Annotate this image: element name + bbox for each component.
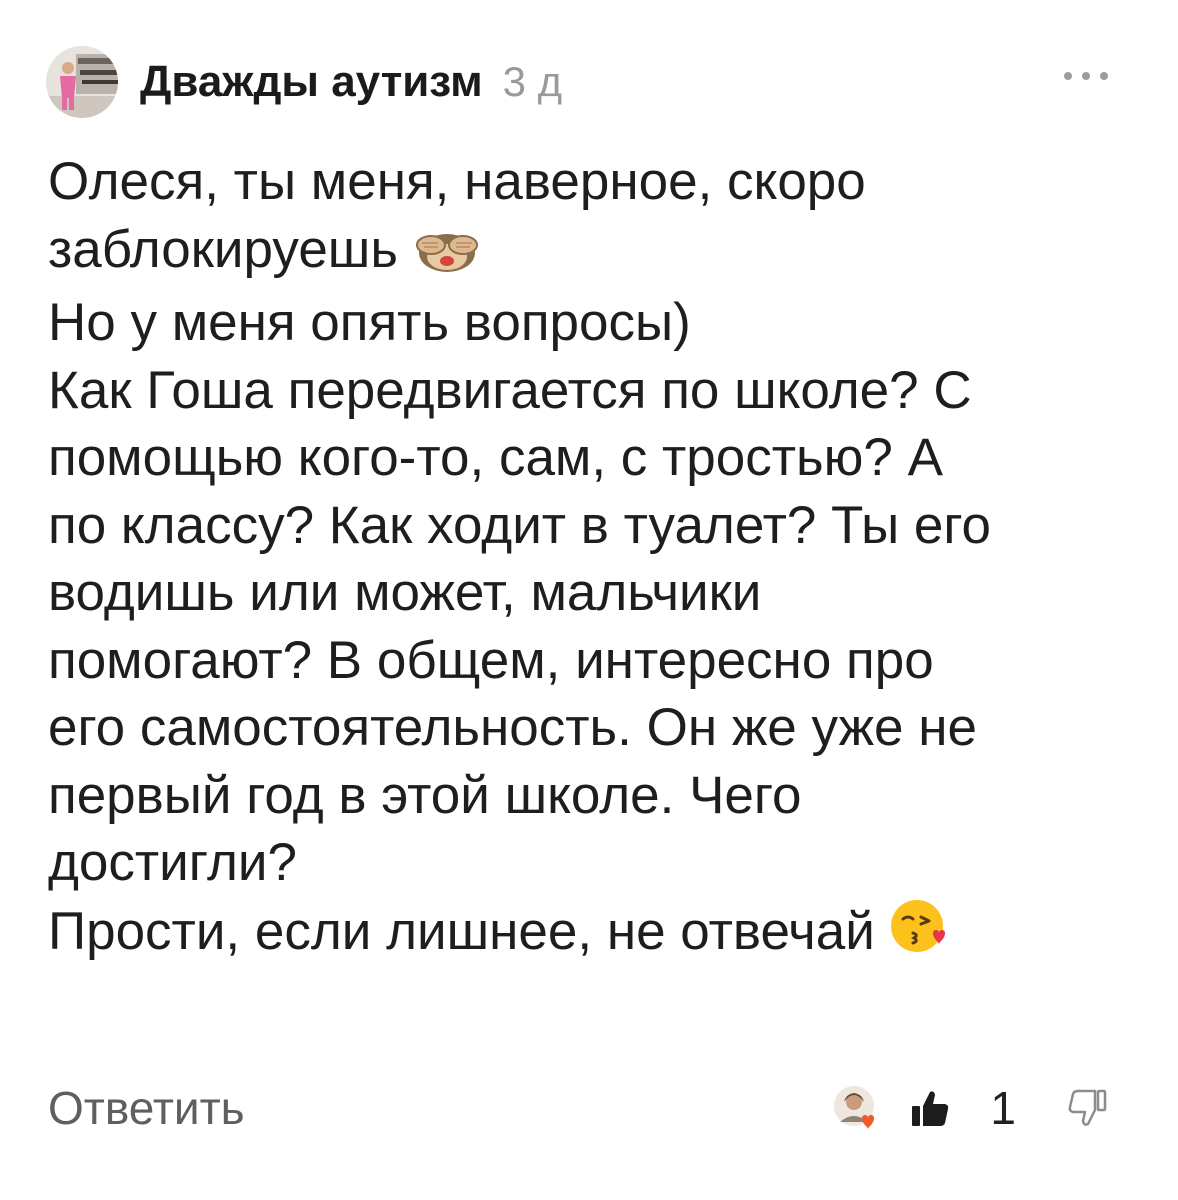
like-count: 1 [990,1082,1016,1134]
comment-line: заблокируешь [48,219,398,279]
comment-footer: Ответить 1 [48,1076,1108,1140]
comment-line-with-emoji: заблокируешь [48,216,1138,290]
comment-time: 3 д [502,58,563,105]
comment-line: его самостоятельность. Он же уже не [48,698,977,757]
see-no-evil-monkey-icon [412,222,482,290]
comment-line: помогают? В общем, интересно про [48,630,934,690]
comment-line-with-emoji: Прости, если лишнее, не отвечай [48,897,1138,972]
comment-line: Но у меня опять вопросы) [48,293,691,352]
more-dots-icon[interactable] [1064,56,1108,96]
author-name[interactable]: Дважды аутизм [140,57,483,107]
comment-line: Олеся, ты меня, наверное, скоро [48,152,866,211]
kissing-heart-face-icon [889,897,947,972]
reply-button[interactable]: Ответить [48,1076,245,1140]
liker-avatar-icon[interactable] [832,1084,880,1132]
comment-card: Дважды аутизм 3 д Олеся, ты меня, наверн… [0,0,1178,1200]
comment-line: по классу? Как ходит в туалет? Ты его [48,495,992,555]
comment-line: первый год в этой школе. Чего [48,765,802,825]
comment-line: помощью кого-то, сам, с тростью? А [48,428,943,487]
comment-line: водишь или может, мальчики [48,563,762,622]
thumbs-down-icon[interactable] [1068,1088,1108,1128]
comment-line: достигли? [48,833,297,892]
comment-header: Дважды аутизм 3 д [46,46,1108,118]
reaction-bar: 1 [832,1076,1108,1140]
author-avatar[interactable] [46,46,118,118]
comment-line: Как Гоша передвигается по школе? С [48,360,972,420]
comment-text: Олеся, ты меня, наверное, скоро заблокир… [48,148,1138,971]
thumbs-up-icon[interactable] [910,1088,950,1128]
comment-line: Прости, если лишнее, не отвечай [48,901,875,961]
